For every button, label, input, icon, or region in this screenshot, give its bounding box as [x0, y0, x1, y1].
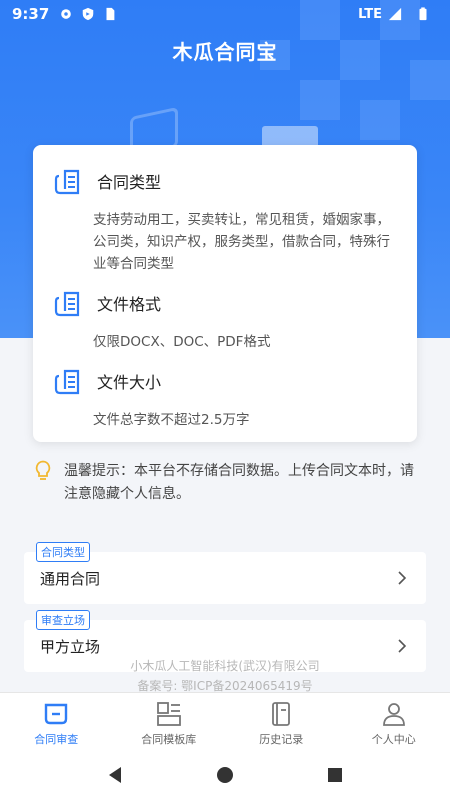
document-icon [54, 291, 80, 317]
tab-label: 个人中心 [371, 733, 416, 746]
tab-label: 历史记录 [259, 733, 304, 746]
tab-contract-review[interactable]: 合同审查 [0, 693, 113, 750]
back-icon[interactable] [106, 766, 124, 784]
info-section-file-format: 文件格式 仅限DOCX、DOC、PDF格式 [53, 285, 397, 353]
recents-icon[interactable] [326, 766, 344, 784]
info-section-title: 合同类型 [97, 173, 162, 192]
tab-template-library[interactable]: 合同模板库 [113, 693, 226, 750]
company-name: 小木瓜人工智能科技(武汉)有限公司 [130, 659, 320, 673]
review-stance-tag: 审查立场 [36, 610, 90, 630]
tab-profile[interactable]: 个人中心 [338, 693, 450, 750]
contract-type-tag: 合同类型 [36, 542, 90, 562]
battery-icon [419, 7, 427, 21]
lightbulb-icon [35, 460, 51, 480]
company-info: 小木瓜人工智能科技(武汉)有限公司 备案号: 鄂ICP备2024065419号 [0, 656, 450, 696]
upload-info-card: 合同类型 支持劳动用工，买卖转让，常见租赁，婚姻家事，公司类，知识产权，服务类型… [33, 145, 417, 442]
info-section-title: 文件格式 [97, 295, 162, 314]
bottom-tab-bar: 合同审查 合同模板库 历史记录 个人中心 [0, 692, 450, 750]
document-icon [54, 369, 80, 395]
sim-card-icon [106, 7, 115, 21]
privacy-tip: 温馨提示：本平台不存储合同数据。上传合同文本时，请注意隐藏个人信息。 [34, 460, 414, 506]
signal-icon [388, 7, 402, 21]
page-title: 木瓜合同宝 [172, 40, 278, 64]
shield-icon [83, 7, 94, 21]
info-section-desc: 支持劳动用工，买卖转让，常见租赁，婚姻家事，公司类，知识产权，服务类型，借款合同… [93, 212, 390, 272]
network-type: LTE [358, 6, 382, 22]
info-section-desc: 文件总字数不超过2.5万字 [93, 412, 250, 428]
status-time: 9:37 [12, 5, 50, 23]
history-icon [272, 702, 291, 726]
contract-type-selector[interactable]: 合同类型 通用合同 [24, 542, 426, 604]
tab-label: 合同审查 [34, 733, 79, 746]
tab-history[interactable]: 历史记录 [225, 693, 338, 750]
info-section-file-size: 文件大小 文件总字数不超过2.5万字 [53, 363, 397, 431]
document-icon [54, 169, 80, 195]
contract-review-icon [45, 703, 68, 725]
template-library-icon [156, 702, 181, 726]
tab-label: 合同模板库 [141, 733, 197, 746]
review-stance-value: 甲方立场 [40, 638, 101, 656]
info-section-desc: 仅限DOCX、DOC、PDF格式 [93, 334, 271, 350]
chevron-right-icon [398, 639, 407, 653]
home-icon[interactable] [216, 766, 234, 784]
info-section-contract-type: 合同类型 支持劳动用工，买卖转让，常见租赁，婚姻家事，公司类，知识产权，服务类型… [53, 163, 397, 275]
status-bar: 9:37 LTE [0, 0, 450, 28]
chevron-right-icon [398, 571, 407, 585]
system-nav-bar [0, 750, 450, 800]
contract-type-value: 通用合同 [40, 570, 101, 588]
settings-icon [61, 9, 72, 19]
tip-text: 温馨提示：本平台不存储合同数据。上传合同文本时，请注意隐藏个人信息。 [64, 463, 414, 502]
profile-icon [382, 703, 405, 726]
info-section-title: 文件大小 [97, 373, 162, 392]
